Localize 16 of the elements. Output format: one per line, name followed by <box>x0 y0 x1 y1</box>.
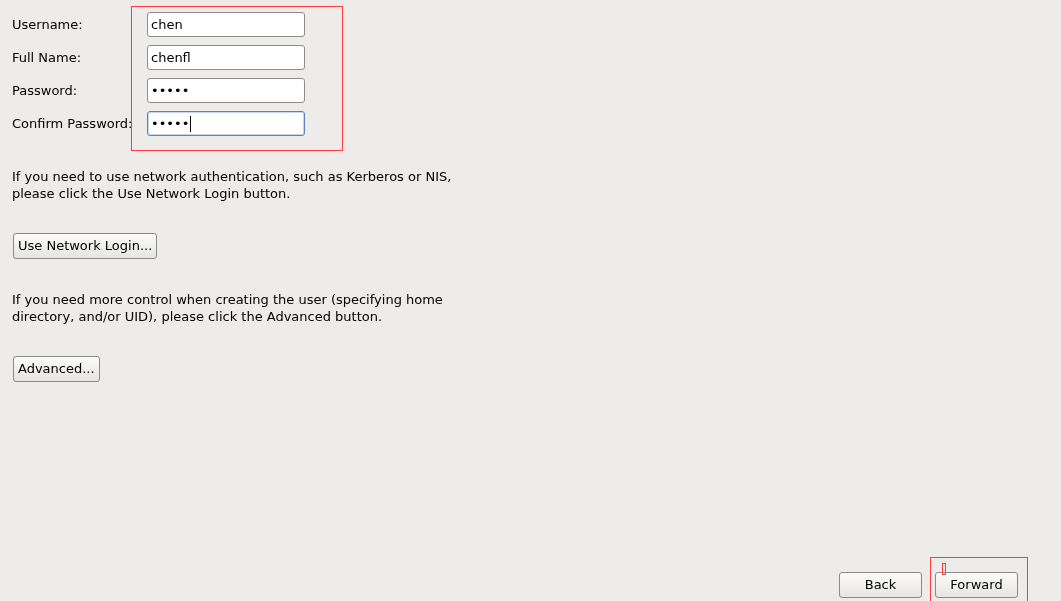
help-text: If you need more control when creating the user (specifying home directory, and/or UID), please click the Advanced button. <box>12 291 444 325</box>
back-button[interactable]: Back <box>839 572 922 598</box>
forward-button[interactable]: Forward <box>935 572 1018 598</box>
text-cursor-icon <box>190 115 192 132</box>
field-label: Full Name: <box>12 48 83 67</box>
input-field[interactable]: ••••• <box>147 111 305 136</box>
marker-icon <box>942 563 946 575</box>
field-label: Confirm Password: <box>12 114 134 133</box>
input-field[interactable]: ••••• <box>147 78 305 103</box>
advanced-button[interactable]: Advanced... <box>13 356 100 382</box>
input-field[interactable]: chenfl <box>147 45 305 70</box>
help-text: If you need to use network authentication, such as Kerberos or NIS, please click the Use Network Login button. <box>12 168 453 202</box>
field-label: Username: <box>12 15 84 34</box>
field-label: Password: <box>12 81 79 100</box>
input-field[interactable]: chen <box>147 12 305 37</box>
network-login-button[interactable]: Use Network Login... <box>13 233 158 259</box>
